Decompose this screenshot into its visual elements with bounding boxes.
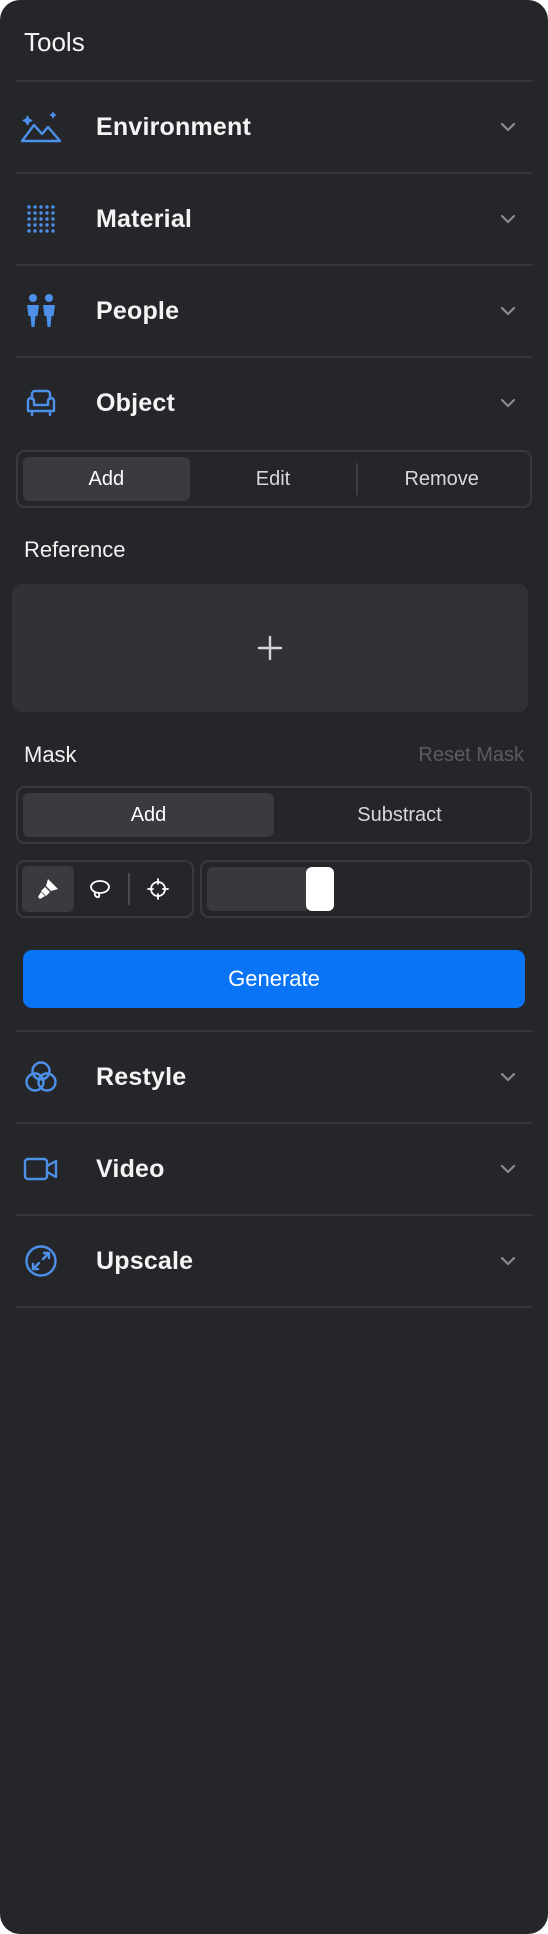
- section-restyle[interactable]: Restyle: [16, 1032, 532, 1122]
- section-label: Video: [96, 1154, 165, 1183]
- chevron-down-icon: [500, 1164, 516, 1174]
- lasso-icon: [90, 880, 110, 899]
- mask-label: Mask: [24, 742, 77, 767]
- chevron-down-icon: [500, 214, 516, 224]
- crosshair-icon: [147, 878, 169, 900]
- expand-icon: [20, 1240, 62, 1282]
- object-mode-remove[interactable]: Remove: [358, 457, 525, 501]
- mask-mode-switch: Add Substract: [16, 786, 532, 844]
- reset-mask-button[interactable]: Reset Mask: [418, 744, 524, 767]
- section-label: People: [96, 296, 180, 325]
- section-video[interactable]: Video: [16, 1124, 532, 1214]
- brush-icon: [38, 879, 58, 899]
- slider-track: [207, 867, 525, 911]
- slider-fill: [207, 867, 310, 911]
- chevron-down-icon: [500, 1072, 516, 1082]
- video-camera-icon: [20, 1148, 62, 1190]
- section-material[interactable]: Material: [16, 174, 532, 264]
- section-upscale[interactable]: Upscale: [16, 1216, 532, 1306]
- generate-button[interactable]: Generate: [23, 950, 525, 1008]
- chevron-down-icon: [500, 1256, 516, 1266]
- section-label: Object: [96, 388, 175, 417]
- reference-dropzone[interactable]: [12, 584, 528, 712]
- section-environment[interactable]: Environment: [16, 82, 532, 172]
- mountains-icon: [20, 106, 62, 148]
- object-mode-switch: Add Edit Remove: [16, 450, 532, 508]
- panel-title: Tools: [24, 27, 85, 57]
- color-circles-icon: [20, 1056, 62, 1098]
- brush-tool-button[interactable]: [22, 866, 74, 912]
- chevron-down-icon: [500, 122, 516, 132]
- divider: [16, 1306, 532, 1308]
- reference-label: Reference: [24, 537, 126, 562]
- section-people[interactable]: People: [16, 266, 532, 356]
- brush-size-slider[interactable]: [200, 860, 532, 918]
- slider-thumb[interactable]: [306, 867, 334, 911]
- chevron-down-icon: [500, 306, 516, 316]
- mask-tools: [16, 860, 194, 918]
- armchair-icon: [20, 382, 62, 424]
- section-label: Environment: [96, 112, 251, 141]
- point-tool-button[interactable]: [132, 866, 184, 912]
- plus-icon: [257, 635, 283, 661]
- tools-panel: Tools Environment Material People Object…: [0, 0, 548, 1934]
- object-mode-edit[interactable]: Edit: [190, 457, 357, 501]
- chevron-down-icon: [500, 398, 516, 408]
- section-label: Upscale: [96, 1246, 194, 1275]
- people-icon: [20, 290, 62, 332]
- mask-mode-add[interactable]: Add: [23, 793, 274, 837]
- section-object[interactable]: Object: [16, 358, 532, 448]
- section-label: Material: [96, 204, 193, 233]
- tool-separator: [128, 873, 130, 905]
- lasso-tool-button[interactable]: [74, 866, 126, 912]
- dot-grid-icon: [20, 198, 62, 240]
- mask-mode-substract[interactable]: Substract: [274, 793, 525, 837]
- section-label: Restyle: [96, 1062, 187, 1091]
- object-mode-add[interactable]: Add: [23, 457, 190, 501]
